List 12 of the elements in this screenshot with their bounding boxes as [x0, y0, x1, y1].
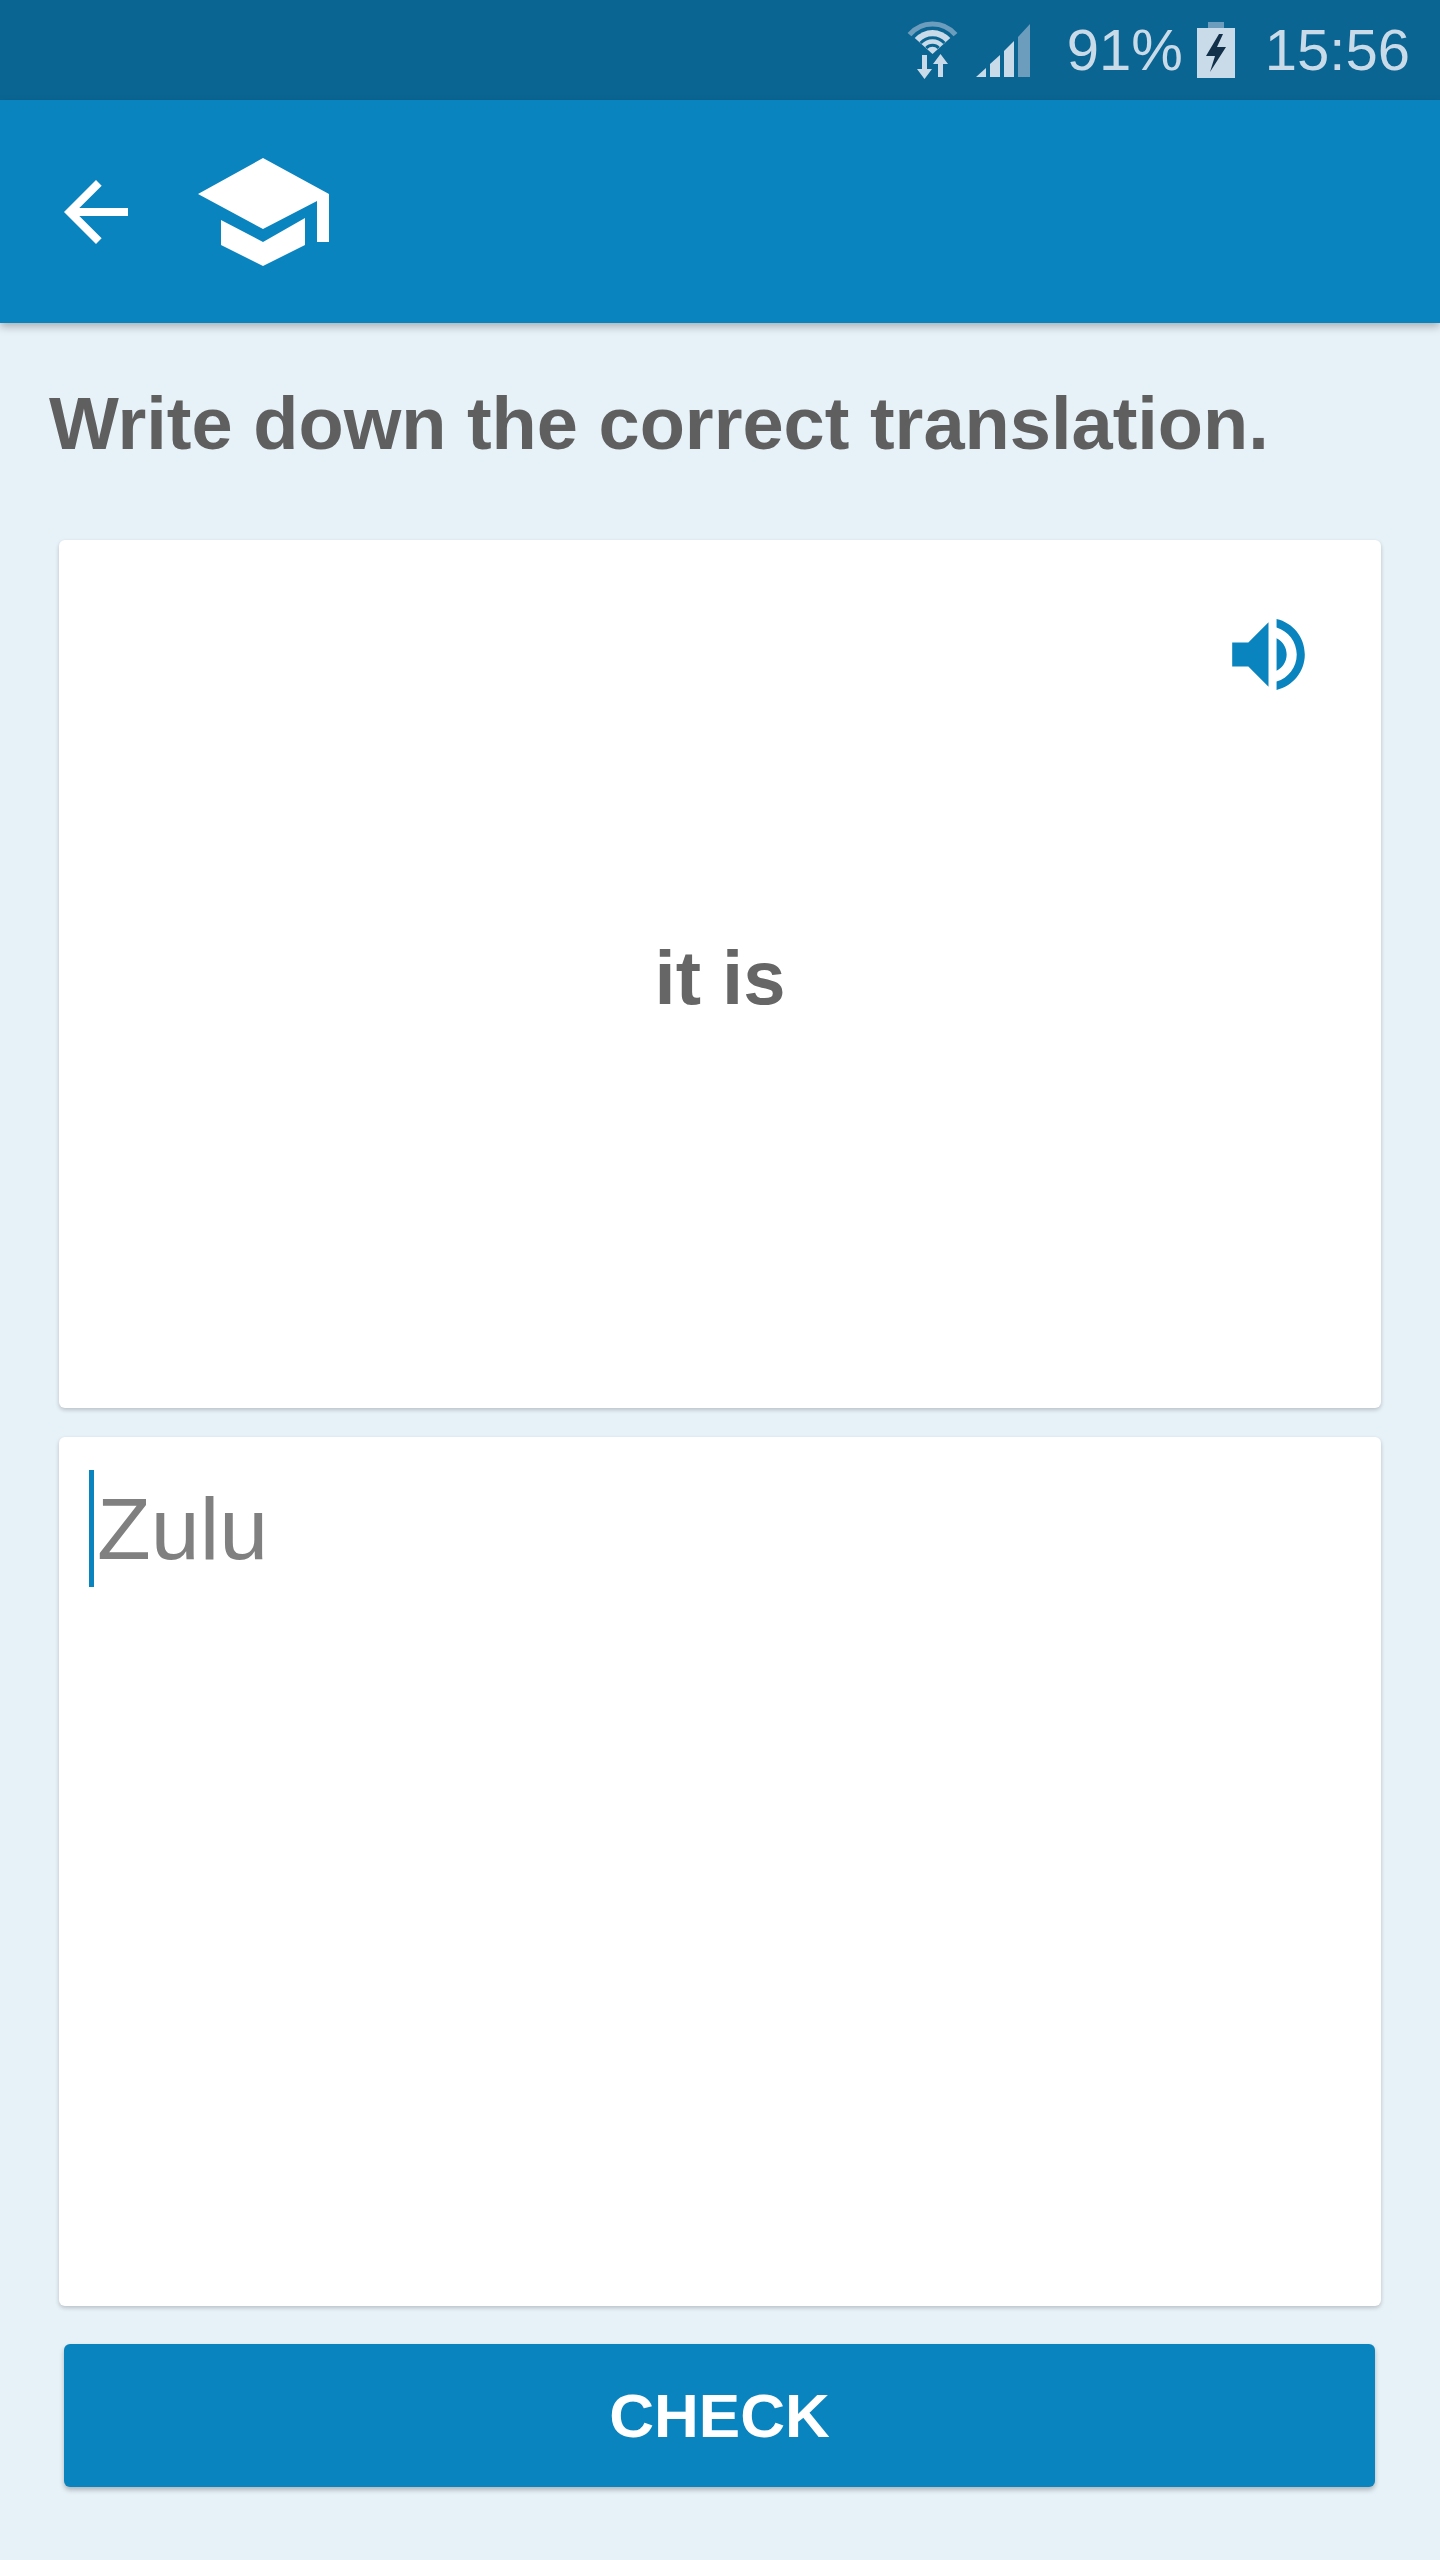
instruction-text: Write down the correct translation.	[49, 381, 1270, 467]
speaker-icon[interactable]	[1232, 619, 1305, 690]
clock-time: 15:56	[1264, 16, 1410, 84]
battery-charging-icon	[1196, 22, 1235, 78]
graduation-cap-icon	[198, 157, 329, 266]
back-arrow-icon[interactable]	[64, 179, 128, 244]
placeholder-text: Zulu	[97, 1478, 269, 1580]
signal-icon	[975, 23, 1030, 77]
check-button[interactable]: CHECK	[64, 2344, 1375, 2487]
battery-percentage: 91%	[1066, 16, 1183, 84]
answer-field[interactable]: Zulu	[59, 1437, 1381, 2306]
prompt-word: it is	[654, 934, 786, 1022]
